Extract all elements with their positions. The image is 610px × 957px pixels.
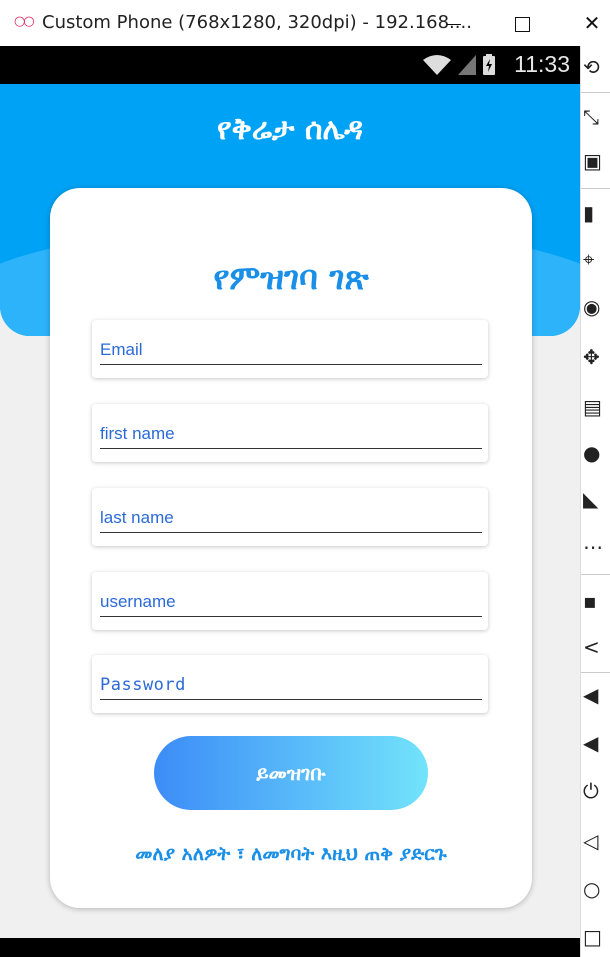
- battery-charging-icon: [483, 54, 495, 75]
- webcam-icon[interactable]: ◉: [583, 290, 610, 324]
- status-clock: 11:33: [514, 51, 570, 77]
- power-icon[interactable]: ⏻: [583, 774, 610, 808]
- first-name-field: [92, 404, 488, 462]
- page-title: የምዝገባ ገጽ: [213, 258, 369, 297]
- registration-card: የምዝገባ ገጽ ይመዝገቡ መለያ አለዎት ፣ ለመግባት እዚህ ጠቅ ያ…: [50, 188, 532, 908]
- register-button[interactable]: ይመዝገቡ: [154, 736, 428, 810]
- last-name-field: [92, 488, 488, 546]
- status-icons: [422, 54, 496, 76]
- back-icon[interactable]: ◁: [583, 824, 610, 858]
- window-titlebar: ○○ Custom Phone (768x1280, 320dpi) - 192…: [0, 0, 610, 47]
- opengapps-icon[interactable]: ▪: [583, 584, 610, 618]
- rss-icon[interactable]: ◣: [583, 482, 610, 516]
- wifi-icon: [423, 55, 451, 75]
- maximize-icon: [514, 17, 530, 32]
- toolbar-divider: [581, 188, 610, 189]
- toolbar-divider: [581, 574, 610, 575]
- password-field: [92, 655, 488, 713]
- recents-icon[interactable]: □: [583, 920, 610, 954]
- gps-icon[interactable]: ⌖: [583, 242, 610, 276]
- android-nav-bar: [0, 938, 580, 957]
- disk-icon[interactable]: ●: [583, 436, 610, 470]
- email-input[interactable]: [100, 336, 482, 365]
- more-icon[interactable]: ⋯: [583, 530, 610, 564]
- app-logo-icon: ○○: [14, 14, 35, 29]
- signal-icon: [458, 55, 476, 75]
- status-bar: 11:33: [0, 46, 580, 84]
- window-title: Custom Phone (768x1280, 320dpi) - 192.16…: [42, 12, 472, 33]
- app-title: የቅሬታ ሰሌዳ: [216, 112, 364, 147]
- login-link[interactable]: መለያ አለዎት ፣ ለመግባት እዚህ ጠቅ ያድርጉ: [50, 843, 532, 865]
- maximize-button[interactable]: [504, 8, 540, 38]
- username-input[interactable]: [100, 588, 482, 617]
- toolbar-divider: [581, 672, 610, 673]
- move-icon[interactable]: ✥: [583, 340, 610, 374]
- close-button[interactable]: ✕: [574, 8, 610, 38]
- rotate-icon[interactable]: ⟲: [583, 50, 610, 84]
- email-field: [92, 320, 488, 378]
- close-icon: ✕: [583, 11, 601, 35]
- camera-icon[interactable]: ▣: [583, 144, 610, 178]
- toolbar-divider: [581, 92, 610, 93]
- volume-down-icon[interactable]: ◀: [583, 678, 610, 712]
- battery-icon[interactable]: ▮: [583, 196, 610, 230]
- minimize-icon: [447, 24, 461, 25]
- phone-screen: 11:33 የቅሬታ ሰሌዳ የምዝገባ ገጽ ይመዝገቡ መለያ አለዎት ፣…: [0, 46, 580, 957]
- first-name-input[interactable]: [100, 420, 482, 449]
- password-input[interactable]: [100, 671, 482, 700]
- minimize-button[interactable]: [436, 8, 472, 38]
- screen-size-icon[interactable]: ⤡: [583, 100, 610, 134]
- last-name-input[interactable]: [100, 504, 482, 533]
- id-icon[interactable]: ▤: [583, 390, 610, 424]
- home-icon[interactable]: ○: [583, 872, 610, 906]
- username-field: [92, 572, 488, 630]
- share-icon[interactable]: <: [583, 630, 610, 664]
- emulator-toolbar: ⟲ ⤡ ▣ ▮ ⌖ ◉ ✥ ▤ ● ◣ ⋯ ▪ < ◀ ◀ ⏻ ◁ ○ □: [580, 46, 610, 957]
- volume-up-icon[interactable]: ◀: [583, 726, 610, 760]
